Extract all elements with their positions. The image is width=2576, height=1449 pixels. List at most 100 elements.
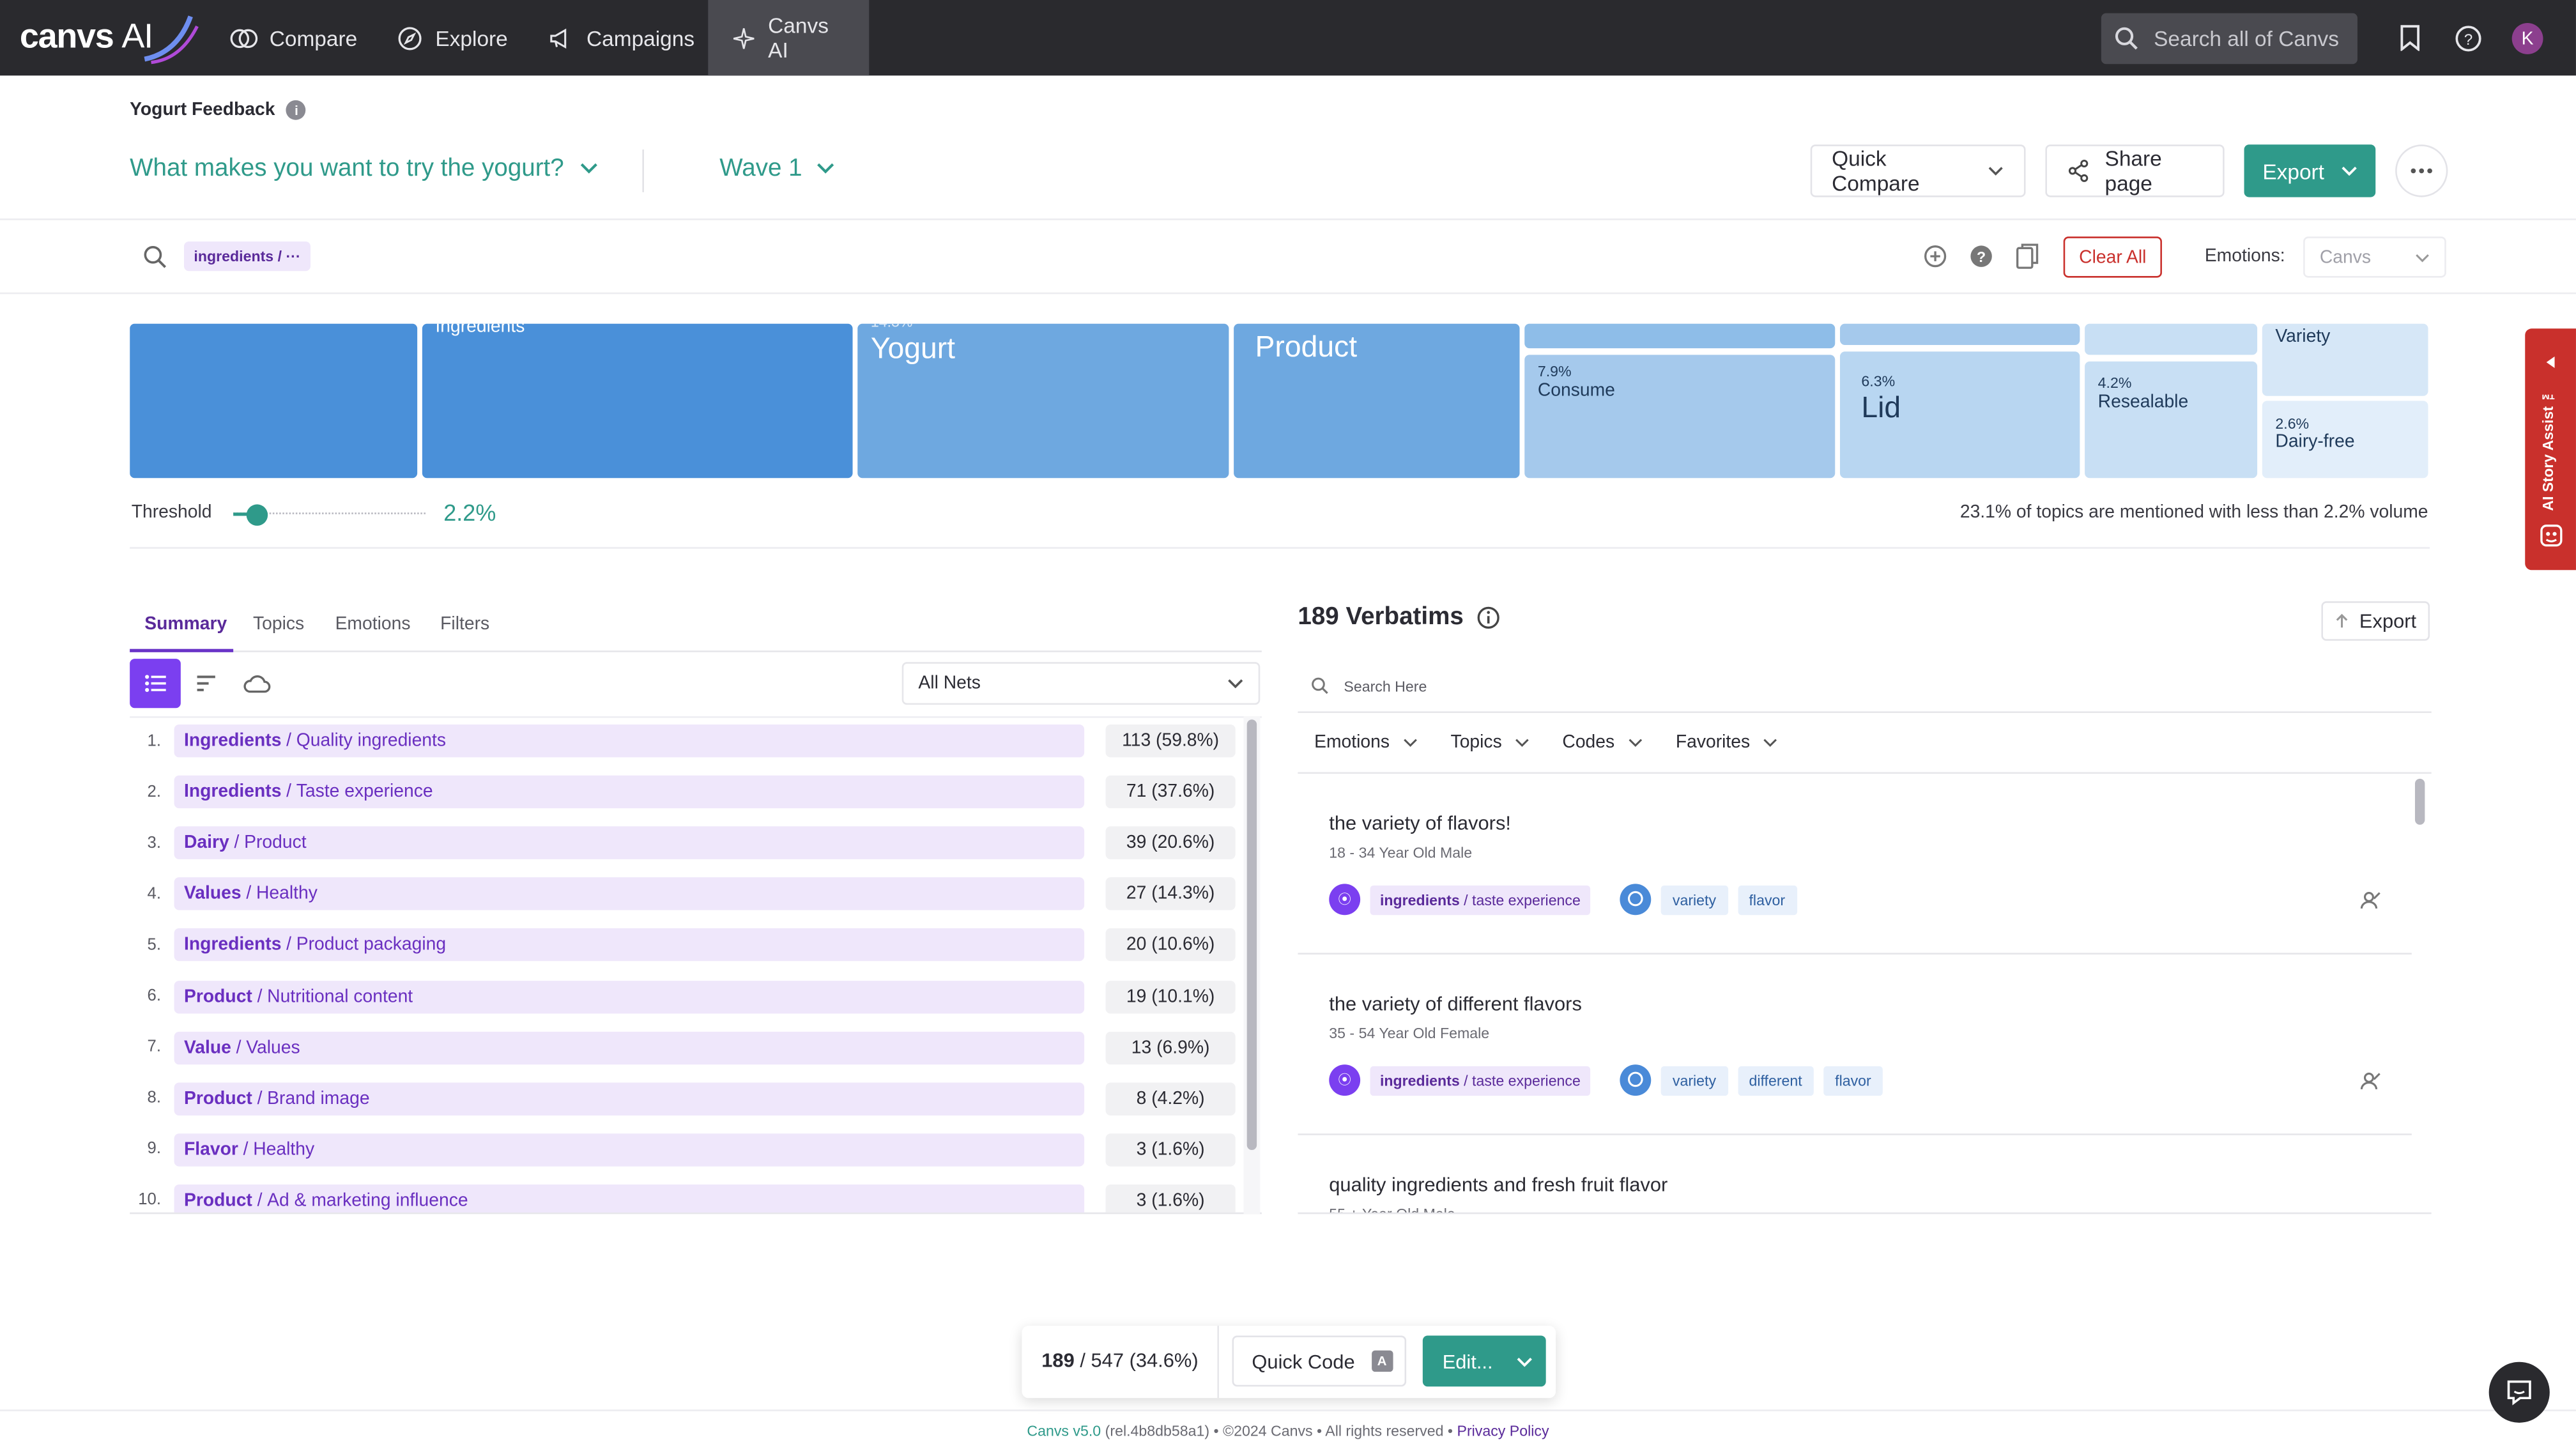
summary-row[interactable]: 7. Value / Values 13 (6.9%) (130, 1029, 1247, 1066)
treemap-tile-resealable[interactable]: 4.2% Resealable (2085, 361, 2258, 479)
nav-explore[interactable]: Explore (373, 0, 531, 75)
version-link[interactable]: Canvs v5.0 (1027, 1423, 1101, 1439)
filter-chip-ingredients[interactable]: ingredients / ··· (183, 241, 310, 272)
filter-codes-dropdown[interactable]: Codes (1562, 733, 1642, 753)
verbatims-scrollbar-thumb[interactable] (2414, 778, 2425, 825)
tab-topics[interactable]: Topics (253, 615, 304, 634)
filter-topics-dropdown[interactable]: Topics (1451, 733, 1530, 753)
summary-row[interactable]: 3. Dairy / Product 39 (20.6%) (130, 825, 1247, 861)
treemap-tile-ingredients[interactable]: Ingredients (422, 323, 853, 479)
info-icon[interactable]: i (286, 100, 307, 120)
row-code-bar[interactable]: Product / Ad & marketing influence (174, 1184, 1085, 1213)
topic-tag[interactable]: variety (1660, 1065, 1728, 1095)
assign-person-icon[interactable] (2359, 1070, 2382, 1092)
ai-story-assist-tab[interactable]: AI Story Assist ™ (2525, 328, 2576, 571)
tab-filters[interactable]: Filters (440, 615, 489, 634)
row-code-bar[interactable]: Flavor / Healthy (174, 1133, 1085, 1167)
treemap-tile[interactable] (2085, 323, 2258, 355)
question-selector[interactable]: What makes you want to try the yogurt? (130, 155, 599, 182)
treemap-tile-variety[interactable]: Variety (2262, 323, 2428, 396)
row-code-bar[interactable]: Values / Healthy (174, 877, 1085, 911)
canvs-logo[interactable]: canvs AI (20, 10, 199, 65)
treemap-tile[interactable] (1524, 323, 1836, 349)
filter-emotions-dropdown[interactable]: Emotions (1314, 733, 1418, 753)
help-circle-icon[interactable]: ? (1968, 243, 1995, 270)
wave-selector[interactable]: Wave 1 (719, 155, 835, 182)
treemap-tile-lid[interactable]: 6.3% Lid (1839, 351, 2080, 479)
tab-emotions[interactable]: Emotions (335, 615, 411, 634)
row-count: 13 (6.9%) (1105, 1031, 1236, 1064)
cloud-view-button[interactable] (232, 659, 283, 708)
filter-favorites-dropdown[interactable]: Favorites (1676, 733, 1778, 753)
emotions-select[interactable]: Canvs (2303, 236, 2446, 278)
topic-tag[interactable]: flavor (1823, 1065, 1883, 1095)
treemap-tile-product[interactable]: Product (1234, 323, 1520, 479)
chevron-down-icon (817, 163, 834, 174)
treemap-tile-dairy-free[interactable]: 2.6% Dairy-free (2262, 401, 2428, 479)
topic-tag[interactable]: different (1737, 1065, 1814, 1095)
nav-campaigns[interactable]: Campaigns (524, 0, 717, 75)
export-button[interactable]: Export (2244, 144, 2376, 197)
treemap-tile-consume[interactable]: 7.9% Consume (1524, 355, 1836, 479)
all-nets-select[interactable]: All Nets (901, 662, 1261, 705)
row-code-bar[interactable]: Ingredients / Taste experience (174, 775, 1085, 809)
topic-tag[interactable]: variety (1660, 884, 1728, 914)
row-code-bar[interactable]: Value / Values (174, 1031, 1085, 1064)
row-count: 3 (1.6%) (1105, 1133, 1236, 1167)
summary-row[interactable]: 5. Ingredients / Product packaging 20 (10.6%… (130, 927, 1247, 963)
more-options-button[interactable] (2395, 144, 2448, 197)
threshold-label: Threshold (131, 502, 212, 523)
row-code-bar[interactable]: Dairy / Product (174, 826, 1085, 860)
copy-icon[interactable] (2014, 243, 2041, 270)
bar-view-button[interactable] (181, 659, 232, 708)
nav-compare-label: Compare (269, 25, 358, 50)
summary-scrollbar-thumb[interactable] (1246, 719, 1257, 1150)
verbatims-export-button[interactable]: Export (2321, 601, 2430, 641)
quick-compare-button[interactable]: Quick Compare (1810, 144, 2026, 197)
treemap-tile[interactable] (1839, 323, 2080, 345)
nav-canvs-ai[interactable]: Canvs AI (708, 0, 870, 76)
verbatim-card[interactable]: the variety of different flavors 35 - 54… (1298, 954, 2412, 1135)
summary-row[interactable]: 8. Product / Brand image 8 (4.2%) (130, 1080, 1247, 1117)
summary-row[interactable]: 1. Ingredients / Quality ingredients 113 (59… (130, 723, 1247, 759)
assign-person-icon[interactable] (2359, 889, 2382, 912)
global-search-input[interactable]: Search all of Canvs (2101, 13, 2358, 65)
threshold-slider-thumb[interactable] (245, 504, 267, 526)
tab-summary[interactable]: Summary (144, 615, 227, 634)
code-tag[interactable]: ingredients / taste experience (1370, 1065, 1591, 1095)
summary-row[interactable]: 9. Flavor / Healthy 3 (1.6%) (130, 1131, 1247, 1168)
chat-launcher-button[interactable] (2488, 1361, 2550, 1423)
row-code-bar[interactable]: Product / Brand image (174, 1082, 1085, 1116)
nav-compare[interactable]: Compare (207, 0, 380, 75)
summary-row[interactable]: 6. Product / Nutritional content 19 (10.1%) (130, 978, 1247, 1015)
add-circle-icon[interactable] (1922, 243, 1949, 270)
summary-row[interactable]: 4. Values / Healthy 27 (14.3%) (130, 876, 1247, 912)
quick-code-button[interactable]: Quick Code A (1232, 1335, 1407, 1387)
row-code-bar[interactable]: Product / Nutritional content (174, 979, 1085, 1013)
tile-pct: 4.2% (2097, 374, 2132, 391)
summary-row[interactable]: 2. Ingredients / Taste experience 71 (37.6%) (130, 774, 1247, 810)
verbatims-search-input[interactable]: Search Here (1298, 661, 2432, 713)
user-avatar[interactable]: K (2511, 22, 2543, 54)
info-icon[interactable] (1476, 606, 1499, 629)
list-view-button[interactable] (130, 659, 181, 709)
treemap-tile-yogurt[interactable]: 14.3% Yogurt (857, 323, 1229, 479)
row-code-bar[interactable]: Ingredients / Product packaging (174, 928, 1085, 962)
total-count: / 547 (34.6%) (1080, 1349, 1199, 1372)
search-icon (1312, 677, 1328, 694)
topic-tag[interactable]: flavor (1737, 884, 1797, 914)
edit-button[interactable]: Edit... (1422, 1335, 1546, 1387)
code-tag[interactable]: ingredients / taste experience (1370, 884, 1591, 914)
summary-row[interactable]: 10. Product / Ad & marketing influence 3 (1.… (130, 1183, 1247, 1213)
search-icon[interactable] (141, 243, 167, 270)
row-code-bar[interactable]: Ingredients / Quality ingredients (174, 724, 1085, 758)
help-icon[interactable]: ? (2451, 21, 2484, 54)
bookmark-icon[interactable] (2394, 21, 2426, 54)
verbatim-card[interactable]: the variety of flavors! 18 - 34 Year Old… (1298, 774, 2412, 954)
share-icon (2068, 159, 2089, 182)
treemap-tile[interactable] (130, 323, 418, 479)
privacy-policy-link[interactable]: Privacy Policy (1457, 1423, 1549, 1439)
clear-all-button[interactable]: Clear All (2063, 236, 2162, 278)
share-page-button[interactable]: Share page (2045, 144, 2225, 197)
verbatim-card[interactable]: quality ingredients and fresh fruit flav… (1298, 1135, 2411, 1213)
